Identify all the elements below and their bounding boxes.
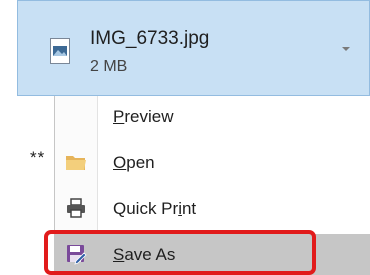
menu-label-rest: review — [124, 107, 174, 126]
menu-accelerator: P — [113, 107, 125, 126]
menu-item-label: Preview — [113, 107, 173, 127]
printer-icon — [67, 198, 85, 218]
background-text: ** — [30, 148, 46, 167]
menu-accelerator: O — [113, 153, 127, 172]
menu-item-preview[interactable]: Preview — [55, 96, 370, 137]
attachment-file-name: IMG_6733.jpg — [90, 28, 210, 49]
screen: IMG_6733.jpg 2 MB ** Preview Open Quick … — [0, 0, 370, 275]
image-file-icon — [50, 38, 70, 64]
menu-label-rest: pen — [126, 153, 155, 172]
folder-icon — [66, 156, 86, 170]
attachment-card[interactable]: IMG_6733.jpg 2 MB — [17, 0, 370, 96]
menu-item-quick-print[interactable]: Quick Print — [55, 188, 370, 229]
menu-item-label: Quick Print — [113, 199, 196, 219]
menu-item-label: Open — [113, 153, 155, 173]
menu-label-before: Quick Pr — [113, 199, 179, 218]
save-as-highlight-frame — [44, 230, 316, 275]
chevron-down-icon[interactable] — [342, 47, 350, 51]
attachment-file-size: 2 MB — [90, 58, 128, 75]
menu-item-open[interactable]: Open — [55, 142, 370, 183]
menu-label-after: nt — [181, 199, 197, 218]
